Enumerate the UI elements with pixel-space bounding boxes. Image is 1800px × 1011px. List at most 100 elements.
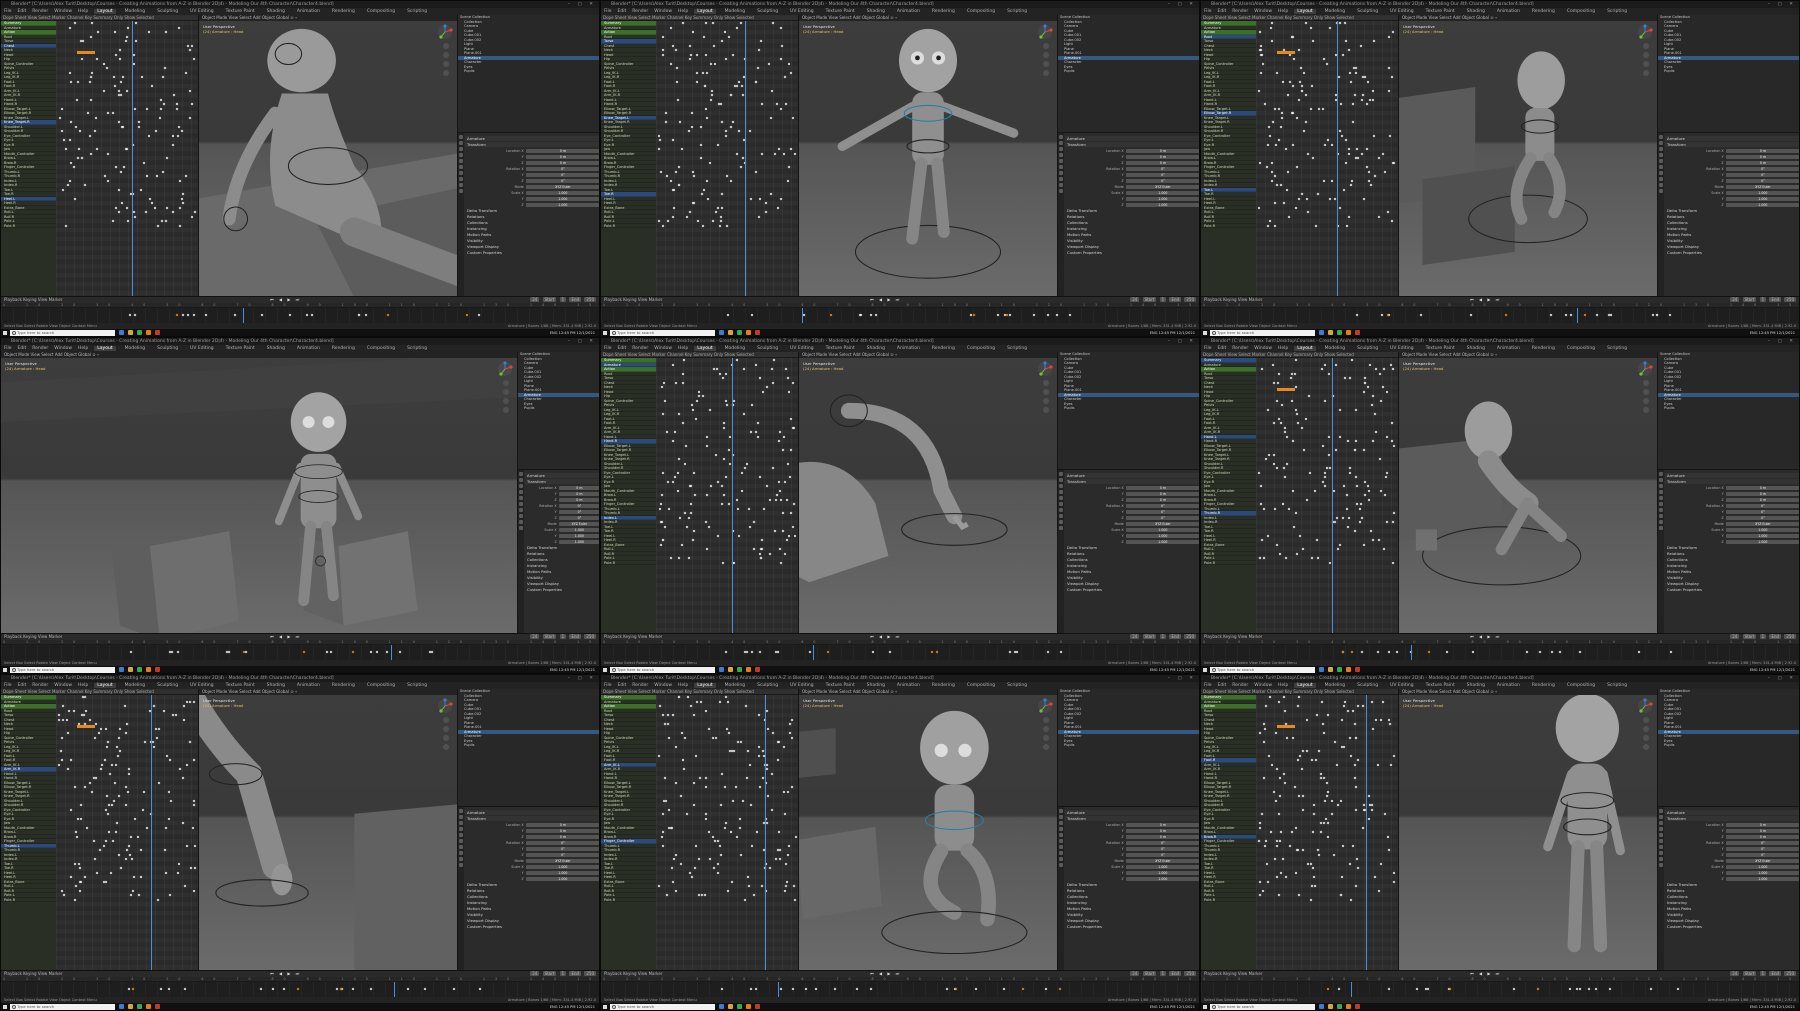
keyframe[interactable] <box>1339 893 1343 897</box>
workspace-tab-sculpting[interactable]: Sculpting <box>754 683 781 688</box>
field-value-input[interactable]: 1.000 <box>525 190 599 195</box>
keyframe[interactable] <box>124 857 128 861</box>
field-value-input[interactable]: 0° <box>525 840 599 845</box>
keyframe[interactable] <box>677 165 681 169</box>
field-value-input[interactable]: 1.000 <box>1125 533 1199 538</box>
collapsed-panel-header[interactable]: Viewport Display <box>1665 581 1799 586</box>
data-tab-icon[interactable] <box>1659 189 1663 194</box>
keyframe[interactable] <box>764 210 768 214</box>
keyframe[interactable] <box>134 21 138 25</box>
workspace-tab-shading[interactable]: Shading <box>864 9 888 14</box>
keyframe[interactable] <box>784 862 788 866</box>
timeline[interactable]: Playback Keying View Marker ⏮ ◀ ▶ ⏭ 24 S… <box>1 970 599 997</box>
keyframe[interactable] <box>1333 740 1337 744</box>
workspace-tab-scripting[interactable]: Scripting <box>1004 9 1030 14</box>
timeline-keyframe[interactable] <box>1426 987 1430 991</box>
workspace-tab-animation[interactable]: Animation <box>294 9 323 14</box>
keyframe[interactable] <box>1383 812 1387 816</box>
timeline-keyframe[interactable] <box>945 987 949 991</box>
keyframe[interactable] <box>180 197 184 201</box>
properties-editor[interactable]: Armature Transform Location X0 mY0 mZ0 m Ro… <box>1665 133 1799 296</box>
keyframe[interactable] <box>163 66 167 70</box>
keyframe[interactable] <box>126 790 130 794</box>
keyframe[interactable] <box>1300 89 1304 93</box>
keyframe[interactable] <box>1305 749 1309 753</box>
keyframe[interactable] <box>724 129 728 133</box>
field-value-input[interactable]: 0 m <box>525 834 599 839</box>
keyframe[interactable] <box>1321 107 1325 111</box>
keyframe[interactable] <box>745 462 749 466</box>
timeline[interactable]: Playback Keying View Marker ⏮ ◀ ▶ ⏭ 24 S… <box>1201 296 1799 323</box>
keyframe[interactable] <box>791 525 795 529</box>
dope-sheet-editor[interactable]: Dope Sheet View Select Marker Channel Ke… <box>601 15 799 296</box>
keyframe[interactable] <box>1349 183 1353 187</box>
keyframe[interactable] <box>659 543 663 547</box>
channel-row[interactable]: Pole.R <box>601 898 656 902</box>
keyframe[interactable] <box>160 219 164 223</box>
field-value-input[interactable]: 1.000 <box>1125 876 1199 881</box>
collapsed-panel-header[interactable]: Motion Paths <box>1665 232 1799 237</box>
keyframe[interactable] <box>681 21 685 25</box>
workspace-tab-modeling[interactable]: Modeling <box>1322 683 1348 688</box>
current-frame-field[interactable]: 24 <box>1730 297 1740 302</box>
keyframe[interactable] <box>1358 520 1362 524</box>
keyframe[interactable] <box>692 713 696 717</box>
keyframe[interactable] <box>1390 219 1394 223</box>
keyframe[interactable] <box>660 835 664 839</box>
workspace-tab-animation[interactable]: Animation <box>894 346 923 351</box>
outliner[interactable]: Scene Collection Collection Camera Cube Cube… <box>1658 689 1799 808</box>
keyframe[interactable] <box>788 475 792 479</box>
timeline-keyframe[interactable] <box>192 313 196 317</box>
navigation-gizmo[interactable] <box>1637 361 1653 377</box>
keyframe[interactable] <box>60 758 64 762</box>
timeline-keyframe[interactable] <box>369 650 373 654</box>
workspace-tab-animation[interactable]: Animation <box>294 346 323 351</box>
keyframe[interactable] <box>84 709 88 713</box>
keyframe[interactable] <box>1354 808 1358 812</box>
timeline-keyframe[interactable] <box>423 987 427 991</box>
keyframe[interactable] <box>683 511 687 515</box>
timeline-keyframe[interactable] <box>282 987 286 991</box>
keyframe[interactable] <box>113 781 117 785</box>
blender-icon[interactable] <box>146 1004 151 1009</box>
keyframe[interactable] <box>192 889 196 893</box>
menu-help[interactable]: Help <box>678 346 688 351</box>
timeline-keyframe[interactable] <box>1008 650 1012 654</box>
keyframe[interactable] <box>1370 808 1374 812</box>
keyframe[interactable] <box>1277 812 1281 816</box>
workspace-tab-scripting[interactable]: Scripting <box>1004 683 1030 688</box>
timeline-keyframe[interactable] <box>1504 313 1508 317</box>
keyframe[interactable] <box>689 511 693 515</box>
windows-start-icon[interactable] <box>1 1003 8 1010</box>
timeline-keyframe[interactable] <box>1341 650 1345 654</box>
keyframe[interactable] <box>106 740 110 744</box>
keyframe[interactable] <box>129 835 133 839</box>
keyframe[interactable] <box>721 561 725 565</box>
menu-window[interactable]: Window <box>654 9 672 14</box>
collapsed-panel-header[interactable]: Custom Properties <box>1065 250 1199 255</box>
blender-icon[interactable] <box>1346 330 1351 335</box>
timeline-playhead[interactable] <box>1411 645 1412 660</box>
collapsed-panel-header[interactable]: Viewport Display <box>525 581 599 586</box>
keyframe[interactable] <box>727 35 731 39</box>
viewport-header[interactable]: Object Mode View Select Add Object Globa… <box>1399 15 1657 21</box>
keyframe[interactable] <box>1338 21 1342 25</box>
keyframe[interactable] <box>1299 66 1303 70</box>
keyframe[interactable] <box>1262 556 1266 560</box>
keyframe[interactable] <box>1378 372 1382 376</box>
keyframe[interactable] <box>1367 794 1371 798</box>
keyframe[interactable] <box>683 736 687 740</box>
keyframe[interactable] <box>1363 376 1367 380</box>
modifier-tab-icon[interactable] <box>1059 177 1063 182</box>
keyframe[interactable] <box>1378 457 1382 461</box>
keyframe[interactable] <box>114 53 118 57</box>
ortho-grid-icon[interactable] <box>1043 744 1049 750</box>
collapsed-panel-header[interactable]: Visibility <box>1065 575 1199 580</box>
keyframe[interactable] <box>1365 147 1369 151</box>
keyframe[interactable] <box>714 210 718 214</box>
keyframe[interactable] <box>1373 174 1377 178</box>
field-value-input[interactable]: XYZ Euler <box>558 521 599 526</box>
menu-help[interactable]: Help <box>78 683 88 688</box>
keyframe[interactable] <box>1267 453 1271 457</box>
keyframe[interactable] <box>1358 507 1362 511</box>
